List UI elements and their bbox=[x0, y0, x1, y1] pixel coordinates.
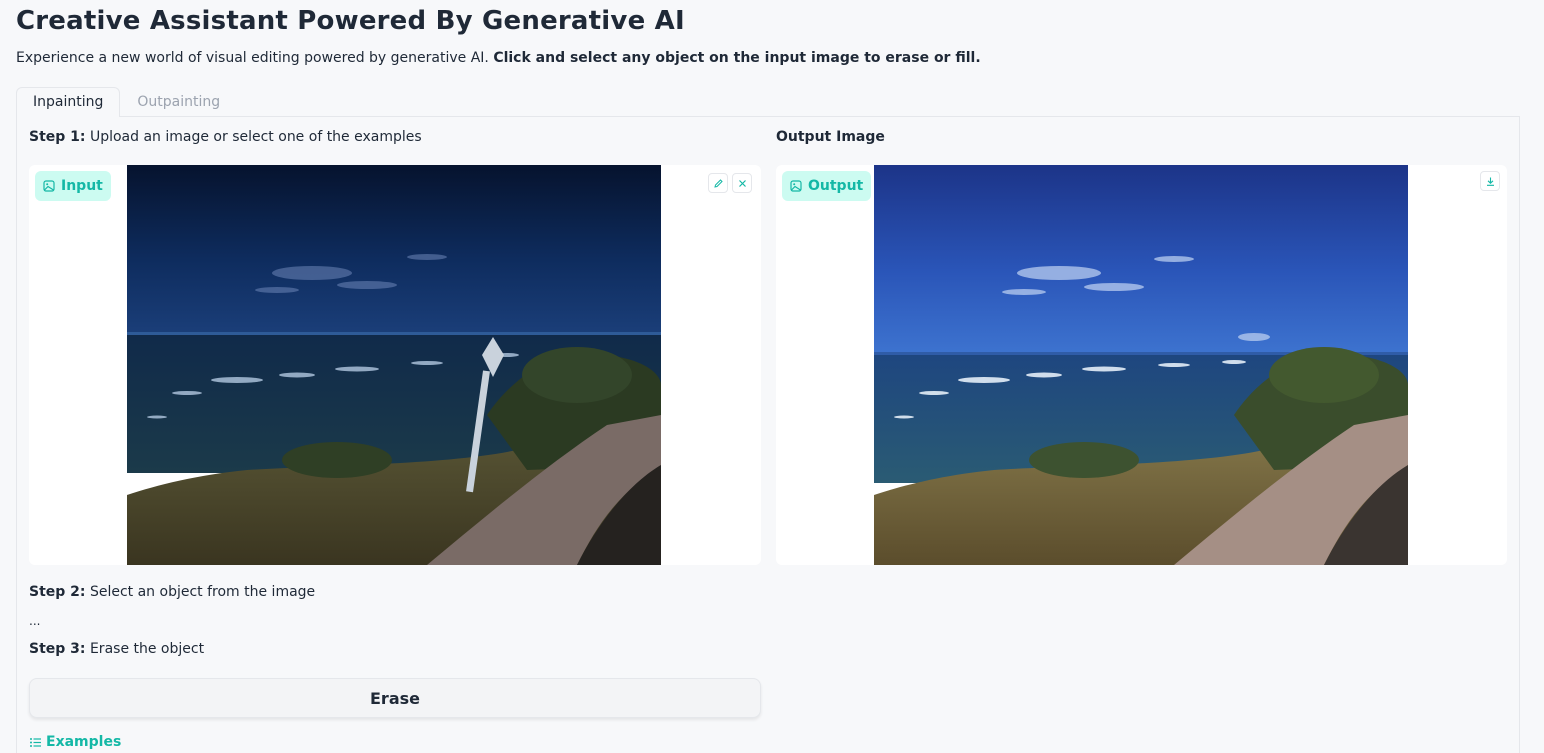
clear-image-button[interactable] bbox=[732, 173, 752, 193]
edit-icon bbox=[713, 178, 723, 188]
step2-label: Step 2: Select an object from the image bbox=[29, 584, 315, 600]
examples-label: Examples bbox=[46, 734, 122, 750]
image-icon bbox=[43, 180, 55, 192]
output-badge: Output bbox=[782, 171, 872, 201]
input-image-box[interactable]: Input bbox=[29, 165, 761, 565]
tab-outpainting[interactable]: Outpainting bbox=[120, 87, 237, 117]
step2-number: Step 2: bbox=[29, 584, 86, 600]
subtitle-text: Experience a new world of visual editing… bbox=[16, 50, 494, 66]
page-subtitle: Experience a new world of visual editing… bbox=[16, 50, 981, 66]
input-badge: Input bbox=[35, 171, 111, 201]
step3-text: Erase the object bbox=[85, 641, 205, 657]
image-icon bbox=[790, 180, 802, 192]
output-photo bbox=[874, 165, 1408, 565]
close-icon bbox=[738, 179, 746, 187]
step3-number: Step 3: bbox=[29, 641, 86, 657]
step1-text: Upload an image or select one of the exa… bbox=[85, 129, 422, 145]
step1-number: Step 1: bbox=[29, 129, 86, 145]
page-title: Creative Assistant Powered By Generative… bbox=[16, 6, 685, 36]
inpainting-panel: Step 1: Upload an image or select one of… bbox=[16, 116, 1520, 753]
subtitle-instruction: Click and select any object on the input… bbox=[493, 50, 981, 66]
download-icon bbox=[1486, 177, 1494, 186]
step1-label: Step 1: Upload an image or select one of… bbox=[29, 129, 422, 145]
step2-text: Select an object from the image bbox=[85, 584, 316, 600]
tab-inpainting[interactable]: Inpainting bbox=[16, 87, 121, 117]
output-image-box: Output bbox=[776, 165, 1507, 565]
edit-button[interactable] bbox=[708, 173, 728, 193]
selection-status: ... bbox=[29, 614, 41, 628]
erase-button[interactable]: Erase bbox=[29, 678, 761, 718]
input-photo[interactable] bbox=[127, 165, 661, 565]
examples-toggle[interactable]: Examples bbox=[29, 734, 121, 750]
output-image-heading: Output Image bbox=[776, 129, 885, 145]
step3-label: Step 3: Erase the object bbox=[29, 641, 204, 657]
download-button[interactable] bbox=[1480, 171, 1500, 191]
input-badge-label: Input bbox=[61, 178, 103, 194]
list-icon bbox=[30, 737, 41, 747]
output-badge-label: Output bbox=[808, 178, 864, 194]
tab-bar: Inpainting Outpainting bbox=[16, 87, 237, 117]
